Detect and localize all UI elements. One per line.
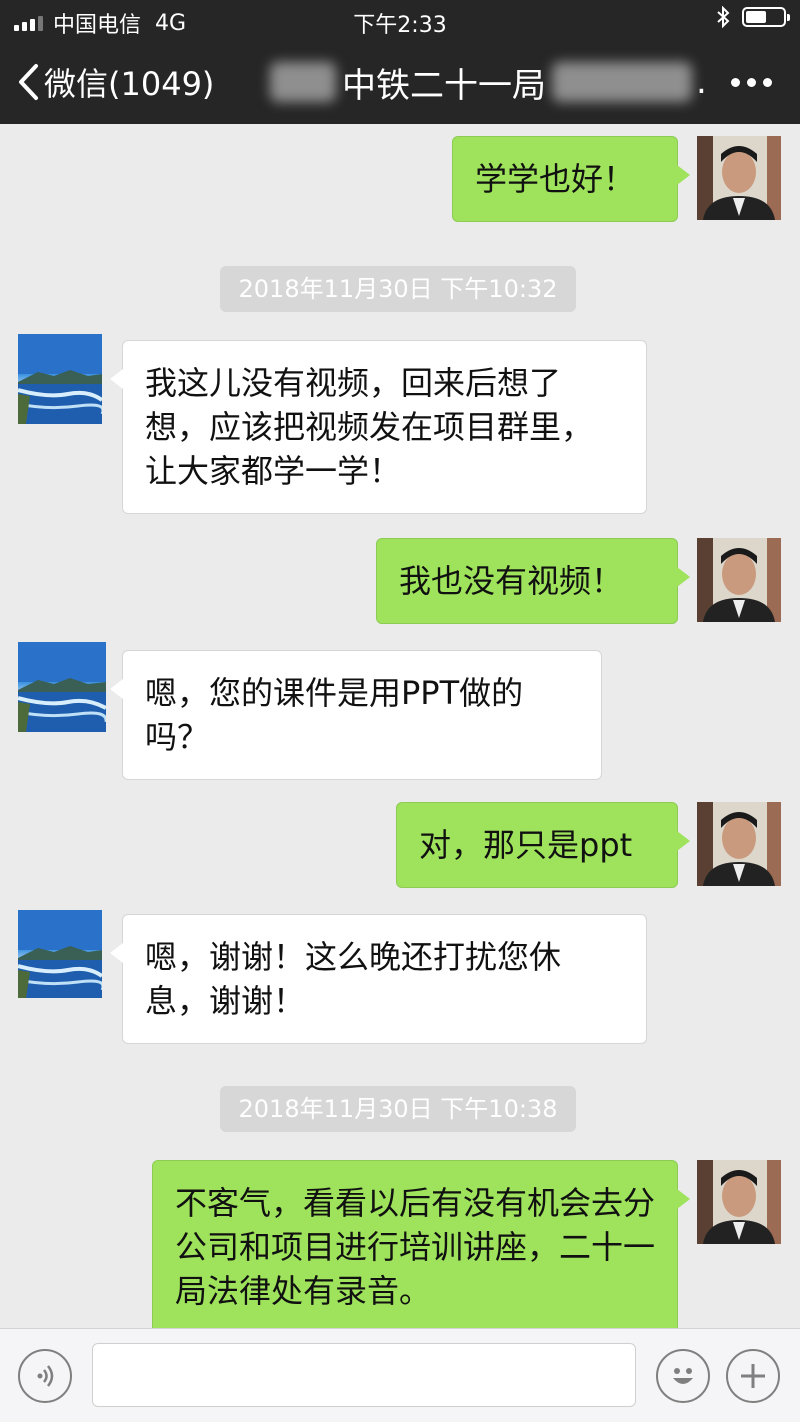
avatar[interactable] <box>697 538 781 622</box>
emoji-icon[interactable] <box>656 1349 710 1403</box>
message-bubble[interactable]: 我这儿没有视频，回来后想了想，应该把视频发在项目群里，让大家都学一学！ <box>110 340 647 514</box>
avatar[interactable] <box>697 1160 781 1244</box>
message-bubble[interactable]: 嗯，您的课件是用PPT做的吗？ <box>110 650 602 780</box>
input-bar <box>0 1328 800 1422</box>
timestamp: 2018年11月30日 下午10:32 <box>220 266 576 312</box>
message-bubble[interactable]: 我也没有视频！ <box>376 538 690 624</box>
message-text: 学学也好！ <box>475 160 636 198</box>
chat-title-suffix: . <box>696 62 707 102</box>
back-label: 微信(1049) <box>44 65 215 103</box>
redacted-blur <box>270 62 336 102</box>
message-bubble[interactable]: 学学也好！ <box>452 136 690 222</box>
back-button[interactable]: 微信(1049) <box>16 40 214 124</box>
avatar[interactable] <box>697 802 781 886</box>
message-bubble[interactable]: 对，那只是ppt <box>396 802 690 888</box>
message-text: 嗯，您的课件是用PPT做的吗？ <box>145 674 524 756</box>
message-list[interactable]: 学学也好！ 2018年11月30日 下午10:32 我这儿没有视频，回来后想了想… <box>0 124 800 1328</box>
chat-header: 微信(1049) 中铁二十一局 . <box>0 40 800 124</box>
avatar[interactable] <box>18 910 102 998</box>
plus-icon[interactable] <box>726 1349 780 1403</box>
voice-icon[interactable] <box>18 1349 72 1403</box>
chat-title-text: 中铁二十一局 <box>342 65 546 106</box>
bluetooth-icon <box>717 6 730 28</box>
chevron-left-icon <box>19 64 38 100</box>
message-text: 对，那只是ppt <box>419 826 633 864</box>
avatar[interactable] <box>697 136 781 220</box>
more-dots-icon[interactable] <box>731 40 772 124</box>
chat-title: 中铁二十一局 . <box>270 40 707 124</box>
timestamp: 2018年11月30日 下午10:38 <box>220 1086 576 1132</box>
message-text: 我这儿没有视频，回来后想了想，应该把视频发在项目群里，让大家都学一学！ <box>145 364 594 490</box>
message-bubble[interactable]: 不客气，看看以后有没有机会去分公司和项目进行培训讲座，二十一局法律处有录音。 <box>152 1160 690 1328</box>
message-text: 我也没有视频！ <box>399 562 624 600</box>
message-text: 嗯，谢谢！这么晚还打扰您休息，谢谢！ <box>145 938 562 1020</box>
message-bubble[interactable]: 嗯，谢谢！这么晚还打扰您休息，谢谢！ <box>110 914 647 1044</box>
message-text: 不客气，看看以后有没有机会去分公司和项目进行培训讲座，二十一局法律处有录音。 <box>175 1184 656 1310</box>
redacted-blur <box>552 62 692 102</box>
message-input[interactable] <box>92 1343 636 1407</box>
avatar[interactable] <box>18 334 102 424</box>
battery-icon <box>742 7 790 27</box>
clock: 下午2:33 <box>353 13 447 38</box>
avatar[interactable] <box>18 642 106 732</box>
status-bar: 中国电信 4G 下午2:33 <box>0 0 800 40</box>
